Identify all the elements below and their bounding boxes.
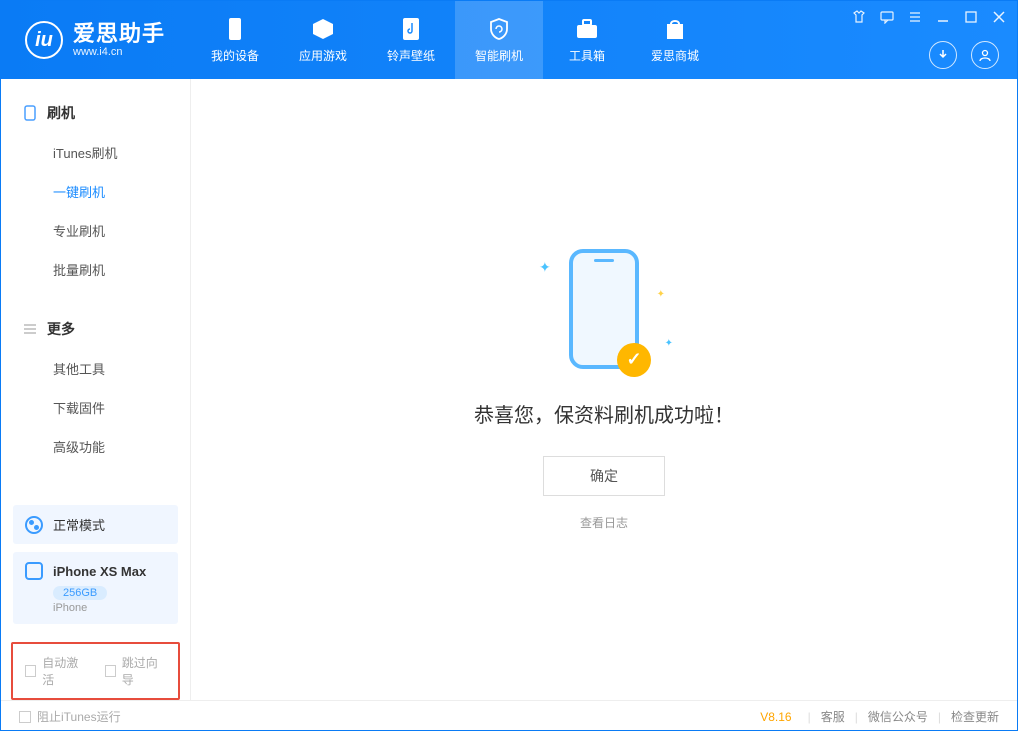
- options-highlight-box: 自动激活 跳过向导: [11, 642, 180, 700]
- device-storage: 256GB: [53, 586, 107, 600]
- list-icon: [23, 322, 37, 336]
- tab-toolbox[interactable]: 工具箱: [543, 1, 631, 79]
- title-bar: iu 爱思助手 www.i4.cn 我的设备 应用游戏 铃声壁纸 智能刷机 工具…: [1, 1, 1017, 79]
- sidebar-item-download-firmware[interactable]: 下载固件: [1, 388, 190, 427]
- tab-store[interactable]: 爱思商城: [631, 1, 719, 79]
- cube-icon: [311, 17, 335, 41]
- tab-smart-flash[interactable]: 智能刷机: [455, 1, 543, 79]
- checkbox-skip-guide[interactable]: 跳过向导: [105, 654, 167, 688]
- sidebar-section-more: 更多: [1, 313, 190, 349]
- success-illustration: ✦ ✦ ✦ ✓: [569, 249, 639, 369]
- checkbox-icon: [19, 711, 31, 723]
- main-area: 刷机 iTunes刷机 一键刷机 专业刷机 批量刷机 更多 其他工具 下载固件 …: [1, 79, 1017, 700]
- status-bar: 阻止iTunes运行 V8.16 | 客服 | 微信公众号 | 检查更新: [1, 700, 1017, 732]
- view-log-link[interactable]: 查看日志: [580, 514, 628, 531]
- success-title: 恭喜您，保资料刷机成功啦！: [474, 399, 734, 428]
- sparkle-icon: ✦: [539, 259, 551, 276]
- checkbox-auto-activate[interactable]: 自动激活: [25, 654, 87, 688]
- app-title: 爱思助手: [73, 22, 165, 46]
- sidebar-item-oneclick-flash[interactable]: 一键刷机: [1, 172, 190, 211]
- app-logo: iu 爱思助手 www.i4.cn: [1, 21, 183, 59]
- shirt-icon[interactable]: [851, 9, 867, 25]
- logo-icon: iu: [25, 21, 63, 59]
- device-name: iPhone XS Max: [53, 564, 146, 579]
- device-phone-icon: [25, 562, 43, 580]
- sidebar-item-itunes-flash[interactable]: iTunes刷机: [1, 133, 190, 172]
- tab-my-device[interactable]: 我的设备: [191, 1, 279, 79]
- sidebar: 刷机 iTunes刷机 一键刷机 专业刷机 批量刷机 更多 其他工具 下载固件 …: [1, 79, 191, 700]
- close-icon[interactable]: [991, 9, 1007, 25]
- status-link-wechat[interactable]: 微信公众号: [868, 708, 928, 725]
- checkbox-icon: [25, 665, 36, 677]
- tab-apps-games[interactable]: 应用游戏: [279, 1, 367, 79]
- app-url: www.i4.cn: [73, 46, 165, 58]
- user-icon[interactable]: [971, 41, 999, 69]
- version-label: V8.16: [760, 710, 791, 724]
- device-panel: 正常模式 iPhone XS Max 256GB iPhone: [1, 505, 190, 636]
- toolbox-icon: [575, 17, 599, 41]
- checkbox-block-itunes[interactable]: 阻止iTunes运行: [19, 708, 121, 725]
- status-link-support[interactable]: 客服: [821, 708, 845, 725]
- sidebar-section-flash: 刷机: [1, 97, 190, 133]
- sidebar-item-other-tools[interactable]: 其他工具: [1, 349, 190, 388]
- maximize-icon[interactable]: [963, 9, 979, 25]
- header-actions: [929, 41, 999, 69]
- mode-icon: [25, 516, 43, 534]
- phone-icon: [223, 17, 247, 41]
- minimize-icon[interactable]: [935, 9, 951, 25]
- shield-refresh-icon: [487, 17, 511, 41]
- bag-icon: [663, 17, 687, 41]
- menu-icon[interactable]: [907, 9, 923, 25]
- sidebar-item-pro-flash[interactable]: 专业刷机: [1, 211, 190, 250]
- sidebar-item-batch-flash[interactable]: 批量刷机: [1, 250, 190, 289]
- checkbox-icon: [105, 665, 116, 677]
- sparkle-icon: ✦: [657, 289, 665, 300]
- ok-button[interactable]: 确定: [543, 456, 665, 496]
- check-badge-icon: ✓: [617, 343, 651, 377]
- content-area: ✦ ✦ ✦ ✓ 恭喜您，保资料刷机成功啦！ 确定 查看日志: [191, 79, 1017, 700]
- sidebar-item-advanced[interactable]: 高级功能: [1, 427, 190, 466]
- device-icon: [23, 106, 37, 120]
- download-icon[interactable]: [929, 41, 957, 69]
- tab-ringtone-wallpaper[interactable]: 铃声壁纸: [367, 1, 455, 79]
- nav-tabs: 我的设备 应用游戏 铃声壁纸 智能刷机 工具箱 爱思商城: [191, 1, 719, 79]
- mode-card[interactable]: 正常模式: [13, 505, 178, 544]
- sparkle-icon: ✦: [665, 338, 673, 349]
- music-file-icon: [399, 17, 423, 41]
- mode-label: 正常模式: [53, 515, 105, 534]
- feedback-icon[interactable]: [879, 9, 895, 25]
- device-type: iPhone: [53, 602, 166, 614]
- status-link-update[interactable]: 检查更新: [951, 708, 999, 725]
- device-card[interactable]: iPhone XS Max 256GB iPhone: [13, 552, 178, 624]
- window-controls: [851, 9, 1007, 25]
